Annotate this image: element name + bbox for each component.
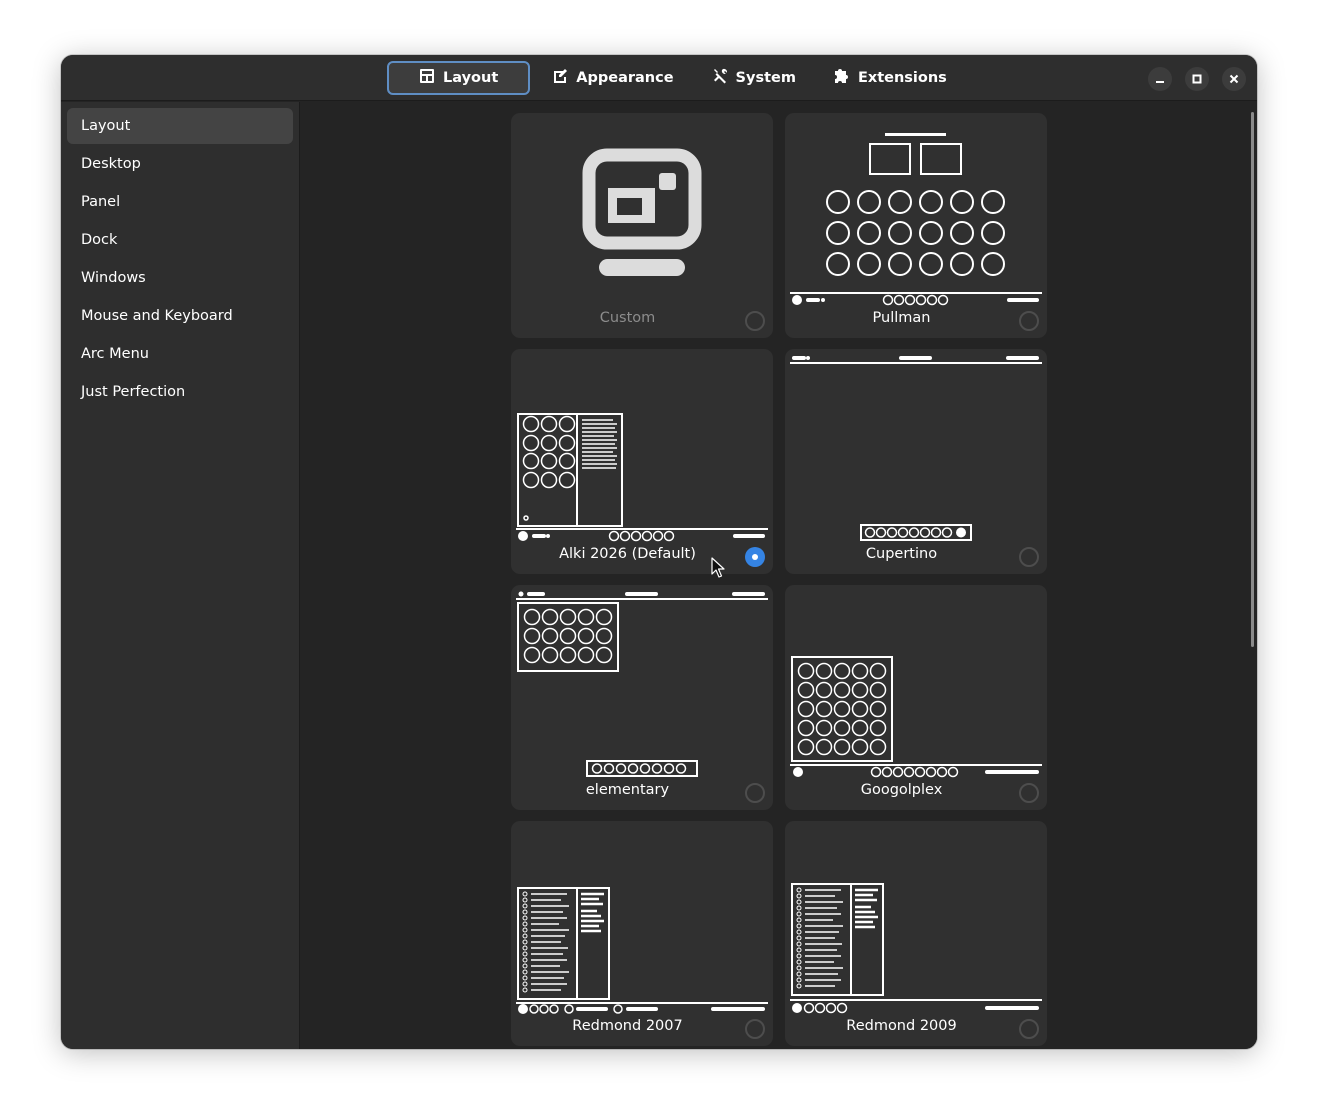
layout-radio[interactable] bbox=[1019, 547, 1039, 567]
sidebar-item-label: Just Perfection bbox=[81, 384, 186, 400]
layout-label: Pullman bbox=[872, 310, 931, 326]
layout-label: elementary bbox=[585, 782, 670, 798]
alki-2026-preview bbox=[516, 413, 768, 542]
puzzle-icon bbox=[834, 68, 850, 88]
layout-label: Redmond 2007 bbox=[572, 1018, 683, 1034]
layout-radio[interactable] bbox=[1019, 783, 1039, 803]
layout-card-elementary[interactable]: elementary bbox=[511, 585, 773, 810]
custom-layout-icon bbox=[582, 148, 702, 276]
sidebar-item-windows[interactable]: Windows bbox=[67, 260, 293, 296]
cupertino-preview bbox=[790, 356, 1042, 541]
layout-card-googolplex[interactable]: Googolplex bbox=[785, 585, 1047, 810]
minimize-button[interactable] bbox=[1148, 67, 1172, 91]
tab-label: System bbox=[735, 70, 796, 86]
layout-card-cupertino[interactable]: Cupertino bbox=[785, 349, 1047, 574]
tab-extensions[interactable]: Extensions bbox=[818, 61, 963, 95]
mouse-pointer-icon bbox=[711, 557, 725, 578]
view-switcher: Layout Appearance System Extensions bbox=[387, 61, 963, 95]
layout-label: Googolplex bbox=[860, 782, 943, 798]
sidebar-item-label: Desktop bbox=[81, 156, 141, 172]
layout-icon bbox=[419, 68, 435, 88]
sidebar-item-dock[interactable]: Dock bbox=[67, 222, 293, 258]
sidebar-item-label: Layout bbox=[81, 118, 131, 134]
layout-radio[interactable] bbox=[1019, 311, 1039, 331]
layout-radio[interactable] bbox=[745, 783, 765, 803]
layout-label: Redmond 2009 bbox=[846, 1018, 957, 1034]
layout-card-redmond-2009[interactable]: Redmond 2009 bbox=[785, 821, 1047, 1046]
tools-icon bbox=[712, 68, 728, 88]
layout-radio-selected[interactable] bbox=[745, 547, 765, 567]
minimize-icon bbox=[1156, 81, 1164, 83]
sidebar: Layout Desktop Panel Dock Windows Mouse … bbox=[61, 102, 300, 1049]
googolplex-preview bbox=[790, 656, 1042, 778]
close-button[interactable] bbox=[1222, 67, 1246, 91]
close-icon bbox=[1229, 74, 1239, 84]
layout-radio[interactable] bbox=[745, 311, 765, 331]
tab-layout[interactable]: Layout bbox=[387, 61, 531, 95]
maximize-button[interactable] bbox=[1185, 67, 1209, 91]
sidebar-item-label: Panel bbox=[81, 194, 121, 210]
headerbar: Layout Appearance System Extensions bbox=[61, 55, 1257, 101]
layout-label: Alki 2026 (Default) bbox=[559, 546, 696, 562]
maximize-icon bbox=[1192, 74, 1202, 84]
layout-card-pullman[interactable]: Pullman bbox=[785, 113, 1047, 338]
tab-appearance[interactable]: Appearance bbox=[536, 61, 689, 95]
elementary-preview bbox=[516, 591, 768, 777]
redmond-2007-preview bbox=[516, 887, 768, 1014]
sidebar-item-label: Dock bbox=[81, 232, 118, 248]
sidebar-item-arc-menu[interactable]: Arc Menu bbox=[67, 336, 293, 372]
sidebar-item-label: Windows bbox=[81, 270, 146, 286]
layout-label: Cupertino bbox=[865, 546, 938, 562]
appearance-icon bbox=[552, 68, 568, 88]
settings-window: Layout Appearance System Extensions Layo… bbox=[61, 55, 1257, 1049]
layout-grid: Custom Pullman Alki 2026 (Default) Cuper… bbox=[301, 102, 1257, 1049]
sidebar-item-label: Mouse and Keyboard bbox=[81, 308, 233, 324]
layout-radio[interactable] bbox=[745, 1019, 765, 1039]
sidebar-item-label: Arc Menu bbox=[81, 346, 149, 362]
tab-system[interactable]: System bbox=[696, 61, 812, 95]
tab-label: Layout bbox=[443, 70, 499, 86]
layout-card-custom[interactable]: Custom bbox=[511, 113, 773, 338]
layout-card-redmond-2007[interactable]: Redmond 2007 bbox=[511, 821, 773, 1046]
layout-label: Custom bbox=[599, 310, 656, 326]
vertical-scrollbar[interactable] bbox=[1251, 112, 1254, 647]
sidebar-item-panel[interactable]: Panel bbox=[67, 184, 293, 220]
sidebar-item-just-perfection[interactable]: Just Perfection bbox=[67, 374, 293, 410]
layout-card-alki-2026[interactable]: Alki 2026 (Default) bbox=[511, 349, 773, 574]
sidebar-item-mouse-and-keyboard[interactable]: Mouse and Keyboard bbox=[67, 298, 293, 334]
redmond-2009-preview bbox=[790, 883, 1042, 1014]
tab-label: Appearance bbox=[576, 70, 674, 86]
sidebar-item-desktop[interactable]: Desktop bbox=[67, 146, 293, 182]
sidebar-item-layout[interactable]: Layout bbox=[67, 108, 293, 144]
tab-label: Extensions bbox=[857, 70, 947, 86]
pullman-preview bbox=[790, 133, 1042, 306]
layout-radio[interactable] bbox=[1019, 1019, 1039, 1039]
